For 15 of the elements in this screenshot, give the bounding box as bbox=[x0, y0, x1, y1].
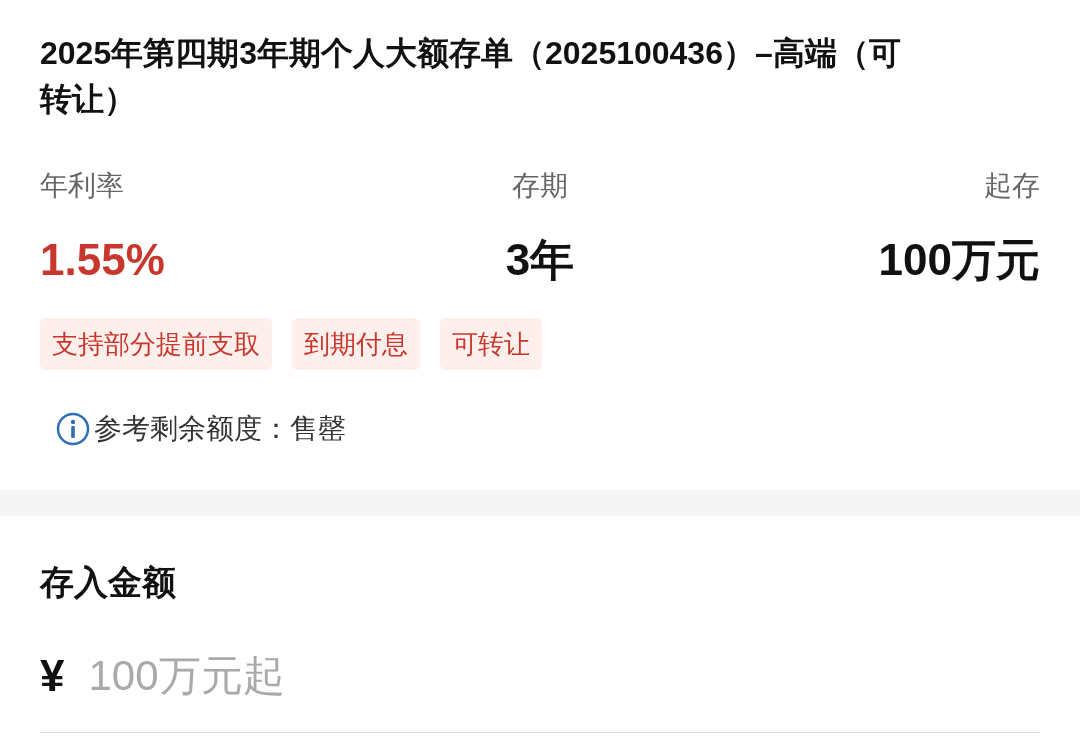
info-icon[interactable] bbox=[56, 412, 90, 446]
stat-label: 年利率 bbox=[40, 169, 124, 203]
currency-symbol: ¥ bbox=[40, 650, 65, 702]
amount-input[interactable]: 100万元起 bbox=[88, 648, 1040, 704]
product-title: 2025年第四期3年期个人大额存单（2025100436）–高端（可转让） bbox=[40, 34, 902, 119]
stat-value: 1.55% bbox=[40, 234, 165, 286]
section-heading: 存入金额 bbox=[40, 562, 177, 603]
feature-tag: 到期付息 bbox=[292, 318, 420, 370]
remaining-quota: 参考剩余额度：售罄 bbox=[94, 412, 346, 446]
stat-label: 起存 bbox=[984, 169, 1040, 203]
stat-label: 存期 bbox=[512, 169, 568, 203]
stat-value: 3年 bbox=[505, 234, 575, 286]
feature-tag: 可转让 bbox=[440, 318, 542, 370]
stat-value: 100万元 bbox=[878, 234, 1040, 286]
feature-tag: 支持部分提前支取 bbox=[40, 318, 272, 370]
